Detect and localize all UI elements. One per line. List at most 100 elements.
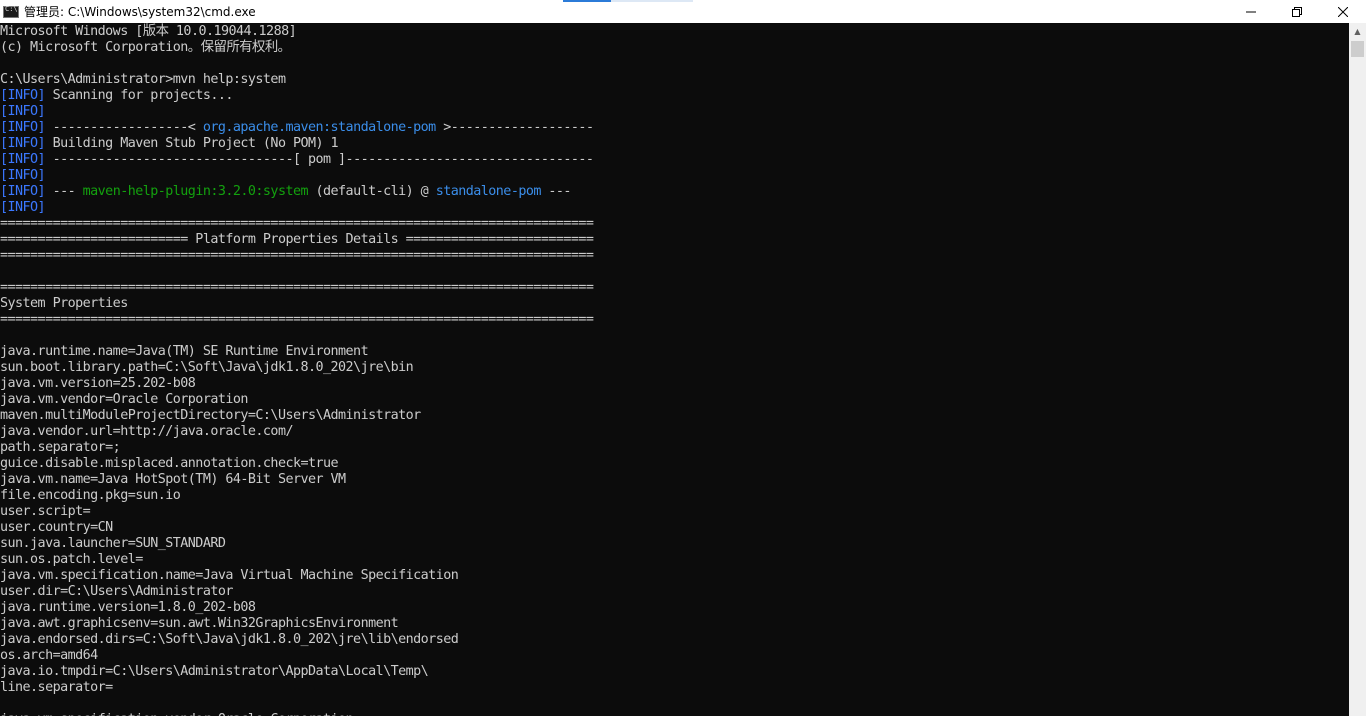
console-text: ========================= Platform Prope… — [0, 232, 594, 247]
console-text: (c) Microsoft Corporation。保留所有权利。 — [0, 40, 291, 55]
console-text: java.vm.version=25.202-b08 — [0, 376, 196, 391]
console-text: path.separator=; — [0, 440, 121, 455]
console-line: java.vm.specification.vendor=Oracle Corp… — [0, 712, 1349, 716]
vertical-scrollbar[interactable]: ▲ — [1349, 23, 1366, 716]
console-text: os.arch=amd64 — [0, 648, 98, 663]
console-line: [INFO] --- maven-help-plugin:3.2.0:syste… — [0, 184, 1349, 200]
log-level-tag: [INFO] — [0, 88, 46, 103]
console-line: [INFO] Scanning for projects... — [0, 88, 1349, 104]
console-text: user.script= — [0, 504, 91, 519]
log-level-tag: [INFO] — [0, 152, 46, 167]
console-line: line.separator= — [0, 680, 1349, 696]
console-line: sun.os.patch.level= — [0, 552, 1349, 568]
title-bar[interactable]: 管理员: C:\Windows\system32\cmd.exe — [0, 0, 1366, 23]
console-text: java.runtime.name=Java(TM) SE Runtime En… — [0, 344, 369, 359]
console-text: java.vm.specification.name=Java Virtual … — [0, 568, 459, 583]
console-line: user.dir=C:\Users\Administrator — [0, 584, 1349, 600]
console-line: ========================================… — [0, 248, 1349, 264]
console-line: ========================= Platform Prope… — [0, 232, 1349, 248]
console-text: java.endorsed.dirs=C:\Soft\Java\jdk1.8.0… — [0, 632, 459, 647]
console-text: Scanning for projects... — [45, 88, 234, 103]
console-text: sun.os.patch.level= — [0, 552, 143, 567]
log-level-tag: [INFO] — [0, 104, 46, 119]
console-line: java.runtime.name=Java(TM) SE Runtime En… — [0, 344, 1349, 360]
console-text: guice.disable.misplaced.annotation.check… — [0, 456, 339, 471]
window-title: 管理员: C:\Windows\system32\cmd.exe — [24, 5, 256, 19]
console-text: ========================================… — [0, 216, 594, 231]
console-line: System Properties — [0, 296, 1349, 312]
console-line: ========================================… — [0, 312, 1349, 328]
console-text: java.vm.name=Java HotSpot(TM) 64-Bit Ser… — [0, 472, 346, 487]
console-line: java.endorsed.dirs=C:\Soft\Java\jdk1.8.0… — [0, 632, 1349, 648]
console-line: [INFO] — [0, 168, 1349, 184]
console-text: --------------------------------[ pom ]-… — [45, 152, 594, 167]
log-level-tag: [INFO] — [0, 200, 46, 215]
window-controls — [1228, 0, 1366, 23]
log-level-tag: [INFO] — [0, 184, 46, 199]
console-line: java.vm.version=25.202-b08 — [0, 376, 1349, 392]
title-accent-rest — [611, 0, 693, 2]
console-line: java.vendor.url=http://java.oracle.com/ — [0, 424, 1349, 440]
console-text: ------------------< — [45, 120, 203, 135]
console-text: C:\Users\Administrator>mvn help:system — [0, 72, 286, 87]
console-line: java.io.tmpdir=C:\Users\Administrator\Ap… — [0, 664, 1349, 680]
minimize-button[interactable] — [1228, 0, 1274, 23]
console-line: ========================================… — [0, 216, 1349, 232]
console-line: file.encoding.pkg=sun.io — [0, 488, 1349, 504]
console-text: java.io.tmpdir=C:\Users\Administrator\Ap… — [0, 664, 429, 679]
console-text: sun.boot.library.path=C:\Soft\Java\jdk1.… — [0, 360, 414, 375]
console-text: file.encoding.pkg=sun.io — [0, 488, 181, 503]
log-level-tag: [INFO] — [0, 120, 46, 135]
console-line: os.arch=amd64 — [0, 648, 1349, 664]
console-line: java.vm.name=Java HotSpot(TM) 64-Bit Ser… — [0, 472, 1349, 488]
console-text: java.runtime.version=1.8.0_202-b08 — [0, 600, 256, 615]
console-line: [INFO] Building Maven Stub Project (No P… — [0, 136, 1349, 152]
console-text: (default-cli) @ — [308, 184, 436, 199]
console-text: Building Maven Stub Project (No POM) 1 — [45, 136, 339, 151]
console-line: C:\Users\Administrator>mvn help:system — [0, 72, 1349, 88]
console-text: java.vm.vendor=Oracle Corporation — [0, 392, 248, 407]
console-line: guice.disable.misplaced.annotation.check… — [0, 456, 1349, 472]
console-output[interactable]: Microsoft Windows [版本 10.0.19044.1288] (c… — [0, 23, 1349, 716]
console-line: sun.boot.library.path=C:\Soft\Java\jdk1.… — [0, 360, 1349, 376]
console-line: java.awt.graphicsenv=sun.awt.Win32Graphi… — [0, 616, 1349, 632]
console-line: user.country=CN — [0, 520, 1349, 536]
console-text: user.dir=C:\Users\Administrator — [0, 584, 233, 599]
console-line: ========================================… — [0, 280, 1349, 296]
console-text: line.separator= — [0, 680, 113, 695]
console-line: maven.multiModuleProjectDirectory=C:\Use… — [0, 408, 1349, 424]
console-line: (c) Microsoft Corporation。保留所有权利。 — [0, 40, 1349, 56]
console-line: java.runtime.version=1.8.0_202-b08 — [0, 600, 1349, 616]
chevron-up-icon: ▲ — [1354, 27, 1361, 36]
minimize-icon — [1246, 11, 1256, 12]
console-text: java.awt.graphicsenv=sun.awt.Win32Graphi… — [0, 616, 399, 631]
close-button[interactable] — [1320, 0, 1366, 23]
console-text: ========================================… — [0, 280, 594, 295]
console-line: [INFO] ------------------< org.apache.ma… — [0, 120, 1349, 136]
cmd-window: 管理员: C:\Windows\system32\cmd.exe Microso… — [0, 0, 1366, 716]
console-line: user.script= — [0, 504, 1349, 520]
console-text: org.apache.maven:standalone-pom — [202, 120, 436, 135]
log-level-tag: [INFO] — [0, 168, 46, 183]
console-line: java.vm.vendor=Oracle Corporation — [0, 392, 1349, 408]
console-text: user.country=CN — [0, 520, 113, 535]
console-line: sun.java.launcher=SUN_STANDARD — [0, 536, 1349, 552]
console-text: ========================================… — [0, 312, 594, 327]
console-line: [INFO] — [0, 200, 1349, 216]
console-text: --- — [540, 184, 571, 199]
console-text: --- — [45, 184, 83, 199]
cmd-app-icon[interactable] — [3, 5, 19, 18]
console-text: System Properties — [0, 296, 128, 311]
close-icon — [1338, 6, 1348, 17]
console-text: Microsoft Windows [版本 10.0.19044.1288] — [0, 24, 297, 39]
title-accent — [563, 0, 611, 2]
scroll-up-button[interactable]: ▲ — [1349, 23, 1366, 40]
maximize-button[interactable] — [1274, 0, 1320, 23]
console-line: [INFO] — [0, 104, 1349, 120]
console-text: maven.multiModuleProjectDirectory=C:\Use… — [0, 408, 421, 423]
scroll-thumb[interactable] — [1351, 41, 1364, 57]
